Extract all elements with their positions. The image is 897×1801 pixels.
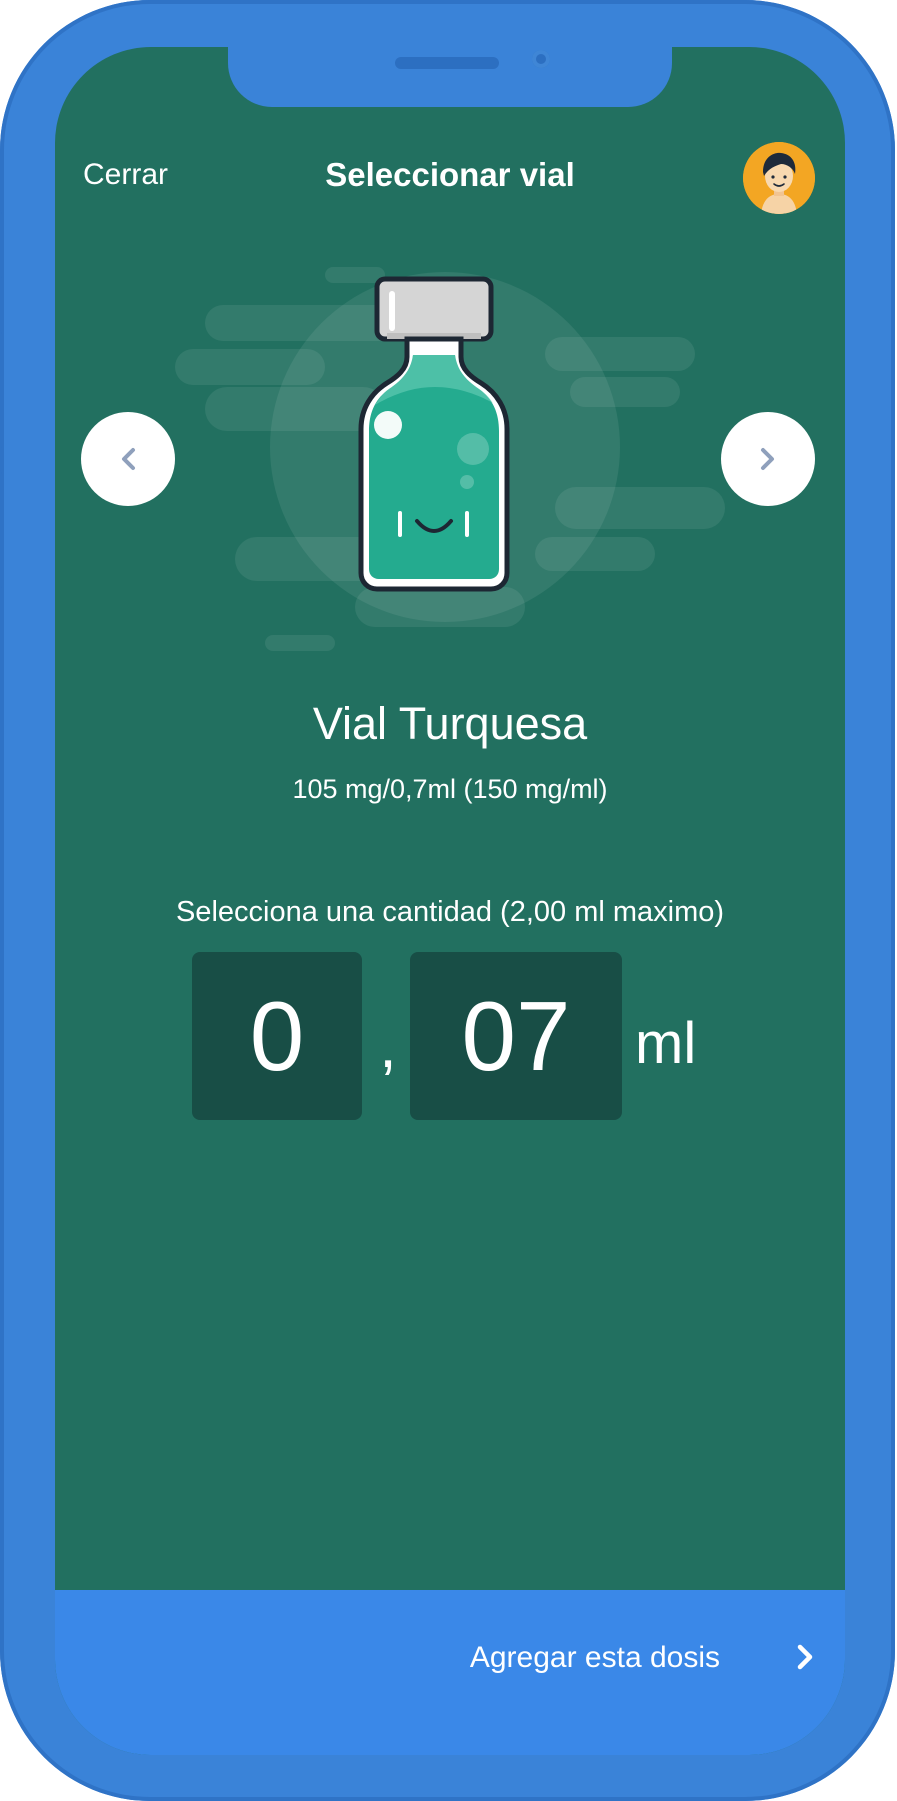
- phone-device-frame: Cerrar Seleccionar vial Vial Turquesa 10…: [0, 0, 895, 1801]
- close-button[interactable]: Cerrar: [83, 157, 168, 193]
- previous-vial-button[interactable]: [81, 412, 175, 506]
- page-title: Seleccionar vial: [325, 156, 575, 193]
- vial-name: Vial Turquesa: [312, 698, 588, 749]
- side-button-left-top: [0, 210, 2, 280]
- amount-unit: ml: [635, 1011, 697, 1076]
- amount-integer-picker[interactable]: 0: [192, 952, 362, 1120]
- vial-concentration: 105 mg/0,7ml (150 mg/ml): [292, 774, 608, 804]
- amount-label: Selecciona una cantidad (2,00 ml maximo): [175, 896, 725, 928]
- user-avatar-icon[interactable]: [743, 142, 815, 214]
- add-dose-button[interactable]: Agregar esta dosis: [55, 1590, 845, 1755]
- device-notch: [228, 47, 672, 107]
- side-button-left-middle: [0, 330, 2, 450]
- vial-illustration: [175, 237, 735, 677]
- speaker-grille: [395, 57, 499, 69]
- chevron-left-icon: [122, 448, 135, 470]
- side-button-left-bottom: [0, 470, 2, 590]
- app-screen: Cerrar Seleccionar vial Vial Turquesa 10…: [55, 47, 845, 1755]
- chevron-right-icon: [797, 1644, 813, 1670]
- next-vial-button[interactable]: [721, 412, 815, 506]
- add-dose-label: Agregar esta dosis: [469, 1641, 720, 1674]
- chevron-right-icon: [761, 448, 774, 470]
- front-camera: [532, 50, 550, 68]
- decimal-separator: ,: [379, 1012, 397, 1081]
- amount-decimal-picker[interactable]: 07: [410, 952, 622, 1120]
